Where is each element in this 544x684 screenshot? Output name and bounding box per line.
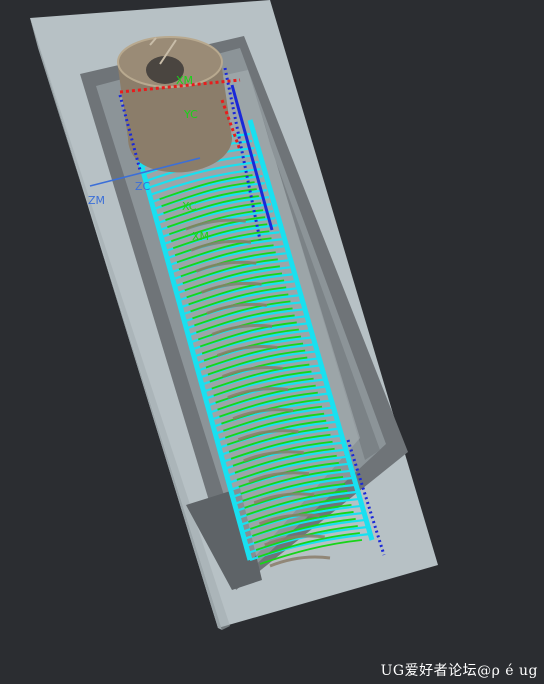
axis-xm2-label: XM — [192, 230, 209, 243]
axis-xc-label: XC — [182, 200, 197, 213]
forum-watermark: UG爱好者论坛@ρ é ug — [380, 663, 538, 679]
axis-zc-label: ZC — [135, 180, 151, 193]
cylinder-part — [117, 36, 232, 173]
cam-graphics-viewport[interactable]: XM YC ZC ZM XC XM — [0, 0, 544, 684]
axis-zm-label: ZM — [88, 194, 105, 207]
axis-yc-label: YC — [183, 108, 198, 121]
axis-xm-label: XM — [176, 74, 193, 87]
